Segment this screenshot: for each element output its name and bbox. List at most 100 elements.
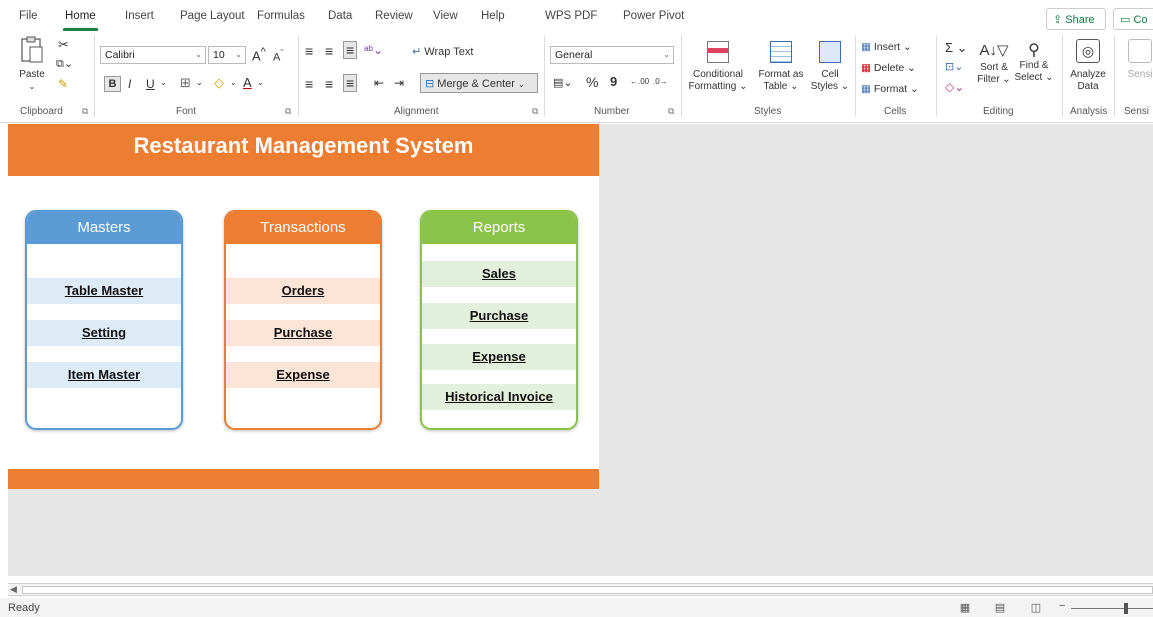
borders-icon[interactable]: ⊞ [180,75,191,91]
cut-icon[interactable]: ✂ [58,37,69,53]
increase-indent-icon[interactable]: ⇥ [394,76,404,90]
comments-label: Co [1133,14,1148,26]
tab-formulas[interactable]: Formulas [257,10,305,22]
orientation-icon[interactable]: ᵃᵇ⌄ [364,43,383,57]
fill-color-icon[interactable]: ◇ [214,75,224,91]
tab-wps-pdf[interactable]: WPS PDF [545,10,597,22]
paste-button[interactable]: Paste ⌄ [14,35,50,93]
bold-button[interactable]: B [104,76,121,92]
normal-view-icon[interactable]: ▦ [958,601,972,614]
fill-icon[interactable]: ⊡⌄ [945,60,963,73]
scroll-thumb[interactable] [22,586,1153,594]
status-text: Ready [8,602,40,614]
accounting-format-icon[interactable]: ▤⌄ [553,76,573,89]
chevron-down-icon: ⌄ [195,50,202,59]
sensitivity-button[interactable]: Sensi [1120,39,1153,81]
align-top-icon[interactable]: ≡ [305,43,313,59]
link-sales-report[interactable]: Sales [422,261,576,287]
cell-styles-button[interactable]: Cell Styles ⌄ [810,41,850,93]
insert-cells-button[interactable]: ▦ Insert ⌄ [861,41,912,53]
merge-center-label: Merge & Center [437,78,515,90]
font-name-select[interactable]: Calibri ⌄ [100,46,206,64]
page-break-view-icon[interactable]: ◫ [1029,601,1043,614]
decrease-indent-icon[interactable]: ⇤ [374,76,384,90]
scroll-left-icon[interactable]: ◀ [10,584,17,595]
zoom-out-icon[interactable]: − [1059,600,1065,612]
analyze-data-button[interactable]: ◎ Analyze Data [1066,39,1110,93]
chevron-down-icon[interactable]: ⌄ [196,78,203,87]
clear-icon[interactable]: ◇⌄ [945,80,964,94]
card-heading: Reports [422,212,576,244]
chevron-down-icon[interactable]: ⌄ [230,78,237,87]
chevron-down-icon[interactable]: ⌄ [257,78,264,87]
link-purchase[interactable]: Purchase [226,320,380,346]
tab-power-pivot[interactable]: Power Pivot [623,10,684,22]
tab-help[interactable]: Help [481,10,505,22]
tab-view[interactable]: View [433,10,458,22]
conditional-formatting-button[interactable]: Conditional Formatting ⌄ [687,41,749,93]
comments-button[interactable]: ▭ Co [1113,8,1153,30]
tab-file[interactable]: File [19,10,38,22]
zoom-slider-thumb[interactable] [1124,603,1128,614]
link-expense[interactable]: Expense [226,362,380,388]
increase-decimal-button[interactable]: ←.00 [630,77,649,86]
align-bottom-icon[interactable]: ≡ [343,41,358,59]
share-button[interactable]: ⇪ Share [1046,8,1106,30]
tab-home[interactable]: Home [63,10,98,31]
footer-band [8,469,599,489]
grow-font-button[interactable]: A^ [252,46,266,63]
italic-button[interactable]: I [128,77,131,91]
delete-cells-button[interactable]: ▦ Delete ⌄ [861,62,916,74]
chevron-down-icon: ⌄ [235,50,242,59]
delete-cells-icon: ▦ [861,62,871,74]
alignment-launcher-icon[interactable]: ⧉ [532,106,538,117]
horizontal-scrollbar[interactable]: ◀ [8,583,1153,596]
align-center-icon[interactable]: ≡ [325,76,333,92]
worksheet-area[interactable]: Restaurant Management System Masters Tab… [8,124,1153,576]
font-color-button[interactable]: A [243,75,252,90]
zoom-slider[interactable] [1071,608,1153,609]
underline-button[interactable]: U [146,77,155,91]
reports-card: Reports Sales Purchase Expense Historica… [420,210,578,430]
autosum-icon[interactable]: Σ ⌄ [945,40,968,56]
decrease-decimal-button[interactable]: .0→ [653,77,668,86]
tab-insert[interactable]: Insert [125,10,154,22]
format-cells-icon: ▦ [861,83,871,95]
separator [936,35,937,117]
link-orders[interactable]: Orders [226,278,380,304]
format-cells-button[interactable]: ▦ Format ⌄ [861,83,919,95]
tab-review[interactable]: Review [375,10,413,22]
link-item-master[interactable]: Item Master [27,362,181,388]
comma-button[interactable]: 9 [610,74,617,89]
link-purchase-report[interactable]: Purchase [422,303,576,329]
tab-data[interactable]: Data [328,10,352,22]
wrap-text-button[interactable]: ↵ Wrap Text [412,45,473,58]
number-format-value: General [555,49,593,61]
page-layout-view-icon[interactable]: ▤ [993,601,1007,614]
sensitivity-icon [1128,39,1152,63]
format-painter-icon[interactable]: ✎ [58,77,68,91]
align-left-icon[interactable]: ≡ [305,76,313,92]
align-middle-icon[interactable]: ≡ [325,43,333,59]
group-label-alignment: Alignment [394,106,439,117]
copy-icon[interactable]: ⧉⌄ [56,57,73,71]
percent-button[interactable]: % [586,74,598,90]
clipboard-launcher-icon[interactable]: ⧉ [82,106,88,117]
sort-filter-button[interactable]: A↓▽ Sort & Filter ⌄ [975,43,1013,86]
merge-center-button[interactable]: ⊟ Merge & Center ⌄ [420,73,538,93]
number-launcher-icon[interactable]: ⧉ [668,106,674,117]
link-historical-invoice[interactable]: Historical Invoice [422,384,576,410]
link-table-master[interactable]: Table Master [27,278,181,304]
link-setting[interactable]: Setting [27,320,181,346]
font-size-select[interactable]: 10 ⌄ [208,46,246,64]
find-select-button[interactable]: ⚲ Find & Select ⌄ [1014,43,1054,84]
font-launcher-icon[interactable]: ⧉ [285,106,291,117]
page-title: Restaurant Management System [8,124,599,176]
link-expense-report[interactable]: Expense [422,344,576,370]
format-as-table-button[interactable]: Format as Table ⌄ [752,41,810,93]
number-format-select[interactable]: General ⌄ [550,46,674,64]
chevron-down-icon[interactable]: ⌄ [160,78,167,87]
shrink-font-button[interactable]: Aˇ [273,48,283,64]
tab-page-layout[interactable]: Page Layout [180,10,245,22]
align-right-icon[interactable]: ≡ [343,74,358,92]
